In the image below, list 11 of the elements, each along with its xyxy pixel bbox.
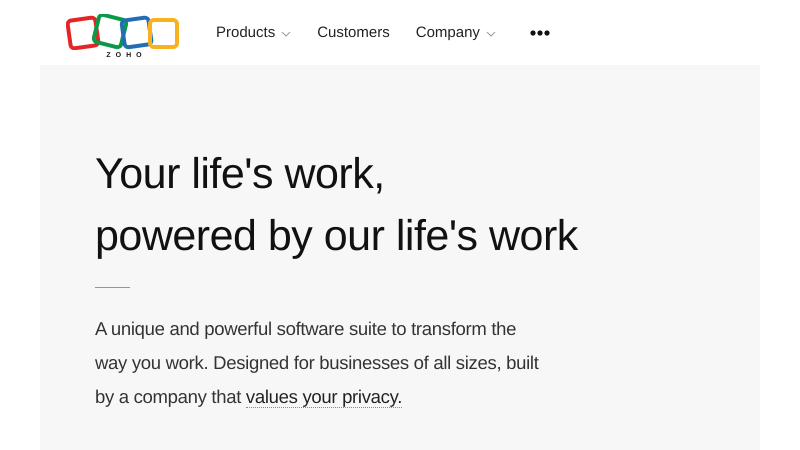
caret-icon — [486, 31, 496, 37]
headline-line: Your life's work, — [95, 149, 385, 200]
hero-description: A unique and powerful software suite to transform the way you work. Designed for businesses of all sizes, built by a company that values your privacy. — [95, 317, 540, 410]
headline-line: powered by our life's work — [95, 211, 578, 262]
nav-link[interactable]: Products — [216, 24, 292, 41]
privacy-link[interactable]: values your privacy. — [246, 386, 402, 408]
nav-link[interactable]: Customers — [317, 24, 390, 41]
nav-link[interactable]: Company — [416, 24, 496, 41]
caret-icon — [281, 31, 292, 37]
logo-icon — [66, 14, 182, 50]
more-icon[interactable] — [530, 30, 550, 36]
